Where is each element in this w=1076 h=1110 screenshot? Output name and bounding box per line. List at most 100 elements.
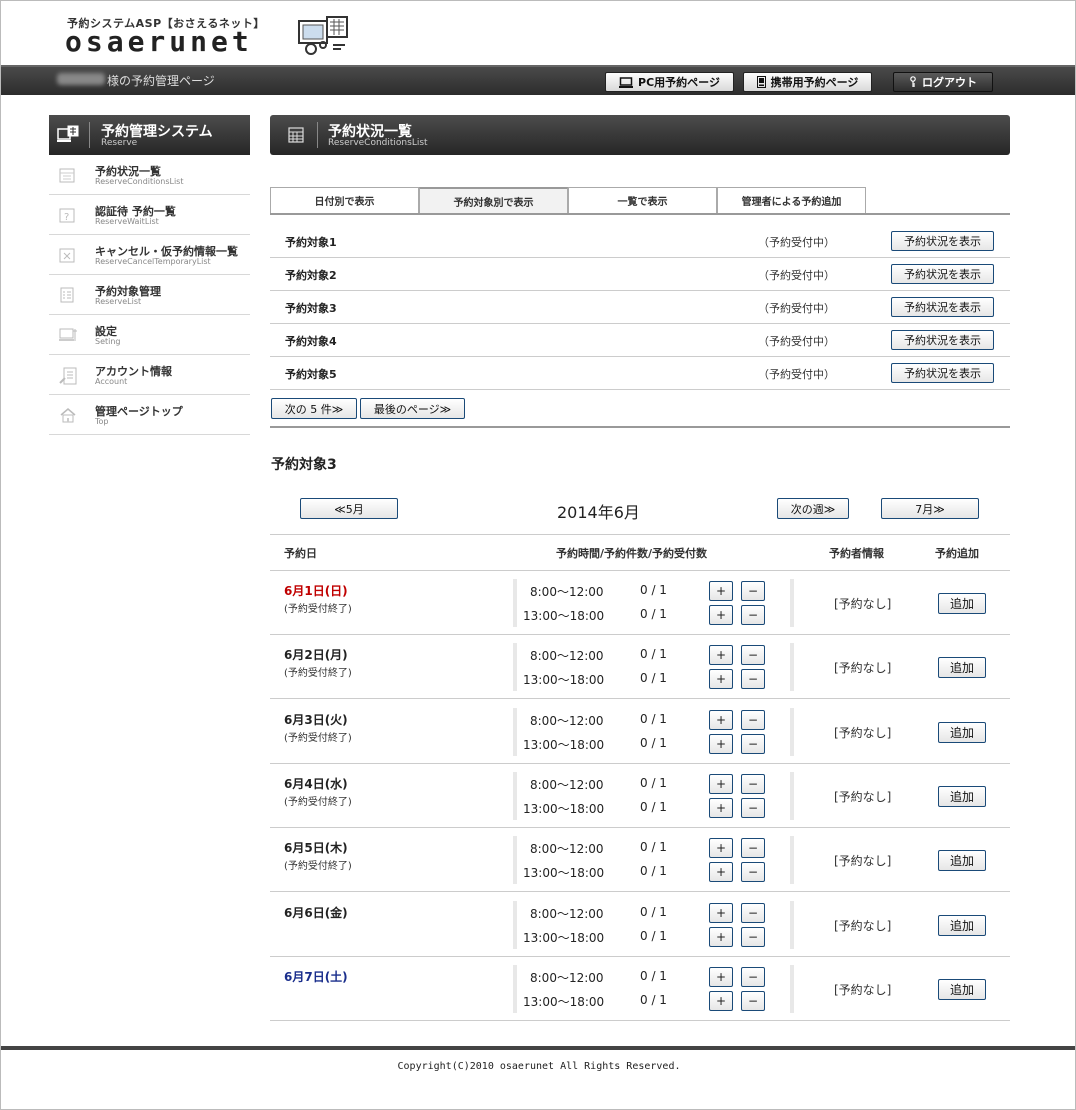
tab-by-date[interactable]: 日付別で表示: [270, 187, 419, 213]
sidebar-item-wait-list[interactable]: ? 認証待 予約一覧 ReserveWaitList: [49, 195, 250, 235]
increase-button[interactable]: +: [709, 774, 733, 794]
slot-count: 0 / 1: [640, 607, 667, 621]
next-page-button[interactable]: 次の 5 件≫: [271, 398, 357, 419]
page: 予約システムASP【おさえるネット】 osaerunet 様の予約管理ページ P…: [0, 0, 1076, 1110]
increase-button[interactable]: +: [709, 581, 733, 601]
add-reservation-button[interactable]: 追加: [938, 722, 986, 743]
day-date: 6月5日(木): [284, 841, 348, 855]
slot-count: 0 / 1: [640, 583, 667, 597]
decrease-button[interactable]: −: [741, 734, 765, 754]
add-reservation-button[interactable]: 追加: [938, 593, 986, 614]
day-note: (予約受付終了): [284, 861, 352, 872]
target-status: （予約受付中）: [758, 236, 835, 249]
last-page-button[interactable]: 最後のページ≫: [360, 398, 465, 419]
slot-separator: [513, 708, 517, 756]
increase-button[interactable]: +: [709, 862, 733, 882]
decrease-button[interactable]: −: [741, 581, 765, 601]
decrease-button[interactable]: −: [741, 645, 765, 665]
decrease-button[interactable]: −: [741, 774, 765, 794]
day-row: 6月1日(日) (予約受付終了) 8:00〜12:00 0 / 1 + − 13:00〜18…: [270, 571, 1010, 635]
sidebar-item-settings[interactable]: 設定 Seting: [49, 315, 250, 355]
target-name: 予約対象1: [285, 236, 337, 249]
decrease-button[interactable]: −: [741, 669, 765, 689]
mobile-button-label: 携帯用予約ページ: [770, 76, 859, 89]
day-date: 6月7日(土): [284, 970, 348, 984]
target-status: （予約受付中）: [758, 302, 835, 315]
increase-button[interactable]: +: [709, 903, 733, 923]
target-row: 予約対象3 （予約受付中） 予約状況を表示: [270, 291, 1010, 324]
slot-separator: [513, 579, 517, 627]
slot-count: 0 / 1: [640, 647, 667, 661]
increase-button[interactable]: +: [709, 838, 733, 858]
tab-admin-add[interactable]: 管理者による予約追加: [717, 187, 866, 213]
mobile-reservation-page-button[interactable]: 携帯用予約ページ: [743, 72, 872, 92]
decrease-button[interactable]: −: [741, 967, 765, 987]
day-note: (予約受付終了): [284, 604, 352, 615]
next-week-button[interactable]: 次の週≫: [777, 498, 849, 519]
tab-list[interactable]: 一覧で表示: [568, 187, 717, 213]
increase-button[interactable]: +: [709, 991, 733, 1011]
increase-button[interactable]: +: [709, 669, 733, 689]
decrease-button[interactable]: −: [741, 710, 765, 730]
show-status-button[interactable]: 予約状況を表示: [891, 264, 994, 284]
add-reservation-button[interactable]: 追加: [938, 657, 986, 678]
decrease-button[interactable]: −: [741, 991, 765, 1011]
day-date: 6月1日(日): [284, 584, 348, 598]
next-month-button[interactable]: 7月≫: [881, 498, 979, 519]
slot-count: 0 / 1: [640, 905, 667, 919]
target-status: （予約受付中）: [758, 335, 835, 348]
decrease-button[interactable]: −: [741, 838, 765, 858]
sidebar-item-sublabel: ReserveConditionsList: [95, 177, 184, 186]
decrease-button[interactable]: −: [741, 798, 765, 818]
sidebar-item-account[interactable]: アカウント情報 Account: [49, 355, 250, 395]
pc-reservation-page-button[interactable]: PC用予約ページ: [605, 72, 734, 92]
increase-button[interactable]: +: [709, 734, 733, 754]
logout-button[interactable]: ログアウト: [893, 72, 993, 92]
current-month: 2014年6月: [557, 503, 640, 522]
add-reservation-button[interactable]: 追加: [938, 915, 986, 936]
list-icon: [59, 287, 75, 307]
slot-separator: [790, 643, 794, 691]
slot-count: 0 / 1: [640, 969, 667, 983]
day-date: 6月3日(火): [284, 713, 348, 727]
increase-button[interactable]: +: [709, 967, 733, 987]
reservation-info: [予約なし]: [834, 726, 892, 740]
show-status-button[interactable]: 予約状況を表示: [891, 231, 994, 251]
footer-divider: [1, 1046, 1075, 1050]
decrease-button[interactable]: −: [741, 605, 765, 625]
increase-button[interactable]: +: [709, 927, 733, 947]
show-status-button[interactable]: 予約状況を表示: [891, 330, 994, 350]
add-reservation-button[interactable]: 追加: [938, 979, 986, 1000]
show-status-button[interactable]: 予約状況を表示: [891, 363, 994, 383]
increase-button[interactable]: +: [709, 798, 733, 818]
slot-time: 8:00〜12:00: [530, 714, 604, 728]
sidebar-item-cancel-list[interactable]: キャンセル・仮予約情報一覧 ReserveCancelTemporaryList: [49, 235, 250, 275]
increase-button[interactable]: +: [709, 710, 733, 730]
show-status-button[interactable]: 予約状況を表示: [891, 297, 994, 317]
sidebar: 予約管理システム Reserve 予約状況一覧 ReserveCondition…: [49, 115, 250, 435]
day-date: 6月6日(金): [284, 906, 348, 920]
sidebar-item-conditions-list[interactable]: 予約状況一覧 ReserveConditionsList: [49, 155, 250, 195]
day-date: 6月2日(月): [284, 648, 348, 662]
add-reservation-button[interactable]: 追加: [938, 850, 986, 871]
decrease-button[interactable]: −: [741, 903, 765, 923]
slot-count: 0 / 1: [640, 993, 667, 1007]
system-icon: [57, 125, 79, 147]
view-tabs: 日付別で表示 予約対象別で表示 一覧で表示 管理者による予約追加: [270, 187, 1010, 215]
page-subtitle: ReserveConditionsList: [328, 138, 428, 148]
slot-separator: [790, 579, 794, 627]
increase-button[interactable]: +: [709, 605, 733, 625]
day-row: 6月2日(月) (予約受付終了) 8:00〜12:00 0 / 1 + − 13:00〜18…: [270, 635, 1010, 699]
day-note: (予約受付終了): [284, 797, 352, 808]
sidebar-item-top[interactable]: 管理ページトップ Top: [49, 395, 250, 435]
add-reservation-button[interactable]: 追加: [938, 786, 986, 807]
increase-button[interactable]: +: [709, 645, 733, 665]
decrease-button[interactable]: −: [741, 862, 765, 882]
calendar-icon: [288, 127, 304, 147]
decrease-button[interactable]: −: [741, 927, 765, 947]
section-divider: [270, 426, 1010, 428]
slot-time: 8:00〜12:00: [530, 585, 604, 599]
prev-month-button[interactable]: ≪5月: [300, 498, 398, 519]
tab-by-target[interactable]: 予約対象別で表示: [419, 187, 568, 213]
sidebar-item-reserve-list[interactable]: 予約対象管理 ReserveList: [49, 275, 250, 315]
